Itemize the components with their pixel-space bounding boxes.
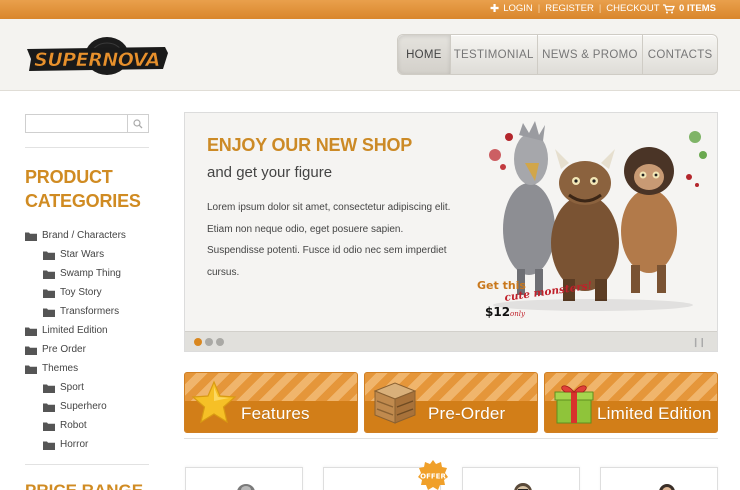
promo-pre-order[interactable]: Pre-Order xyxy=(364,372,538,433)
category-label: Brand / Characters xyxy=(42,230,126,241)
supernova-logo[interactable]: SUPERNOVA xyxy=(25,35,170,79)
search-box xyxy=(25,114,149,134)
category-item[interactable]: Star Wars xyxy=(25,245,126,264)
slide-title: ENJOY OUR NEW SHOP xyxy=(207,135,413,155)
category-item[interactable]: Swamp Thing xyxy=(25,264,126,283)
category-label: Toy Story xyxy=(60,287,102,298)
section-divider xyxy=(184,438,718,439)
category-label: Pre Order xyxy=(42,344,86,355)
promo-features[interactable]: Features xyxy=(184,372,358,433)
category-tree: Brand / Characters Star Wars Swamp Thing To… xyxy=(25,226,126,454)
nav-home[interactable]: HOME xyxy=(398,35,451,74)
cart-icon xyxy=(663,3,675,13)
gift-icon xyxy=(554,385,594,424)
offer-badge: OFFER xyxy=(418,460,448,490)
price-range-title: PRICE RANGE xyxy=(25,481,143,490)
folder-icon xyxy=(43,384,55,393)
register-link[interactable]: REGISTER xyxy=(545,3,594,14)
category-item[interactable]: Transformers xyxy=(25,302,126,321)
slider-controls: ❙❙ xyxy=(185,331,717,351)
category-label: Swamp Thing xyxy=(60,268,121,279)
category-item[interactable]: Themes xyxy=(25,359,126,378)
search-icon xyxy=(133,118,143,128)
category-item[interactable]: Pre Order xyxy=(25,340,126,359)
folder-icon xyxy=(43,403,55,412)
cart-count: 0 ITEMS xyxy=(679,3,716,14)
folder-icon xyxy=(43,441,55,450)
promo-label: Features xyxy=(241,404,310,423)
slide-dot-1[interactable] xyxy=(194,338,202,346)
category-label: Superhero xyxy=(60,401,107,412)
folder-icon xyxy=(43,422,55,431)
product-card[interactable] xyxy=(462,467,580,490)
checkout-link[interactable]: CHECKOUT xyxy=(606,3,659,14)
folder-icon xyxy=(43,251,55,260)
svg-text:OFFER: OFFER xyxy=(420,473,446,481)
slide-dot-2[interactable] xyxy=(205,338,213,346)
product-categories-title: PRODUCT CATEGORIES xyxy=(25,167,141,211)
monster-figures-image: Get this cute monsters! $12 only xyxy=(477,121,707,319)
nav-testimonial[interactable]: TESTIMONIAL xyxy=(451,35,538,74)
folder-icon xyxy=(43,289,55,298)
star-icon xyxy=(191,380,237,424)
pause-icon[interactable]: ❙❙ xyxy=(692,337,706,348)
category-item[interactable]: Toy Story xyxy=(25,283,126,302)
search-input[interactable] xyxy=(26,117,128,134)
folder-icon xyxy=(43,270,55,279)
crate-icon xyxy=(373,382,417,424)
promo-label: Limited Edition xyxy=(597,404,712,423)
svg-text:$12: $12 xyxy=(485,305,510,319)
folder-icon xyxy=(25,346,37,355)
category-label: Star Wars xyxy=(60,249,105,260)
folder-icon xyxy=(43,308,55,317)
category-item[interactable]: Brand / Characters xyxy=(25,226,126,245)
svg-text:SUPERNOVA: SUPERNOVA xyxy=(34,49,160,71)
product-card[interactable] xyxy=(600,467,718,490)
search-button[interactable] xyxy=(127,115,148,132)
category-item[interactable]: Sport xyxy=(25,378,126,397)
category-label: Transformers xyxy=(60,306,120,317)
product-thumbnail xyxy=(237,484,255,490)
category-item[interactable]: Robot xyxy=(25,416,126,435)
promo-label: Pre-Order xyxy=(428,404,506,423)
hero-slider: ENJOY OUR NEW SHOP and get your figure L… xyxy=(184,112,718,352)
slide-dot-3[interactable] xyxy=(216,338,224,346)
folder-icon xyxy=(25,365,37,374)
main-nav: HOME TESTIMONIAL NEWS & PROMO CONTACTS xyxy=(397,34,718,75)
plus-icon: ✚ xyxy=(490,2,500,15)
nav-news-promo[interactable]: NEWS & PROMO xyxy=(538,35,644,74)
category-label: Horror xyxy=(60,439,89,450)
category-label: Themes xyxy=(42,363,79,374)
slide-subtitle: and get your figure xyxy=(207,164,333,181)
site-header: SUPERNOVA HOME TESTIMONIAL NEWS & PROMO … xyxy=(0,19,740,91)
product-thumbnail xyxy=(659,484,675,490)
nav-contacts[interactable]: CONTACTS xyxy=(643,35,717,74)
login-link[interactable]: LOGIN xyxy=(503,3,533,14)
cart-link[interactable]: 0 ITEMS xyxy=(663,3,716,14)
slide-text: Lorem ipsum dolor sit amet, consectetur … xyxy=(207,202,451,278)
category-item[interactable]: Superhero xyxy=(25,397,126,416)
sidebar-divider xyxy=(25,464,149,465)
folder-icon xyxy=(25,232,37,241)
product-thumbnail xyxy=(514,483,532,490)
category-item[interactable]: Horror xyxy=(25,435,126,454)
link-separator: | xyxy=(598,3,602,14)
folder-icon xyxy=(25,327,37,336)
category-item[interactable]: Limited Edition xyxy=(25,321,126,340)
link-separator: | xyxy=(537,3,541,14)
promo-limited-edition[interactable]: Limited Edition xyxy=(544,372,718,433)
category-label: Robot xyxy=(60,420,87,431)
category-label: Sport xyxy=(60,382,84,393)
svg-text:only: only xyxy=(510,310,526,318)
category-label: Limited Edition xyxy=(42,325,108,336)
sidebar-divider xyxy=(25,147,149,148)
account-links: ✚ LOGIN | REGISTER | CHECKOUT xyxy=(490,3,660,14)
product-card[interactable] xyxy=(185,467,303,490)
